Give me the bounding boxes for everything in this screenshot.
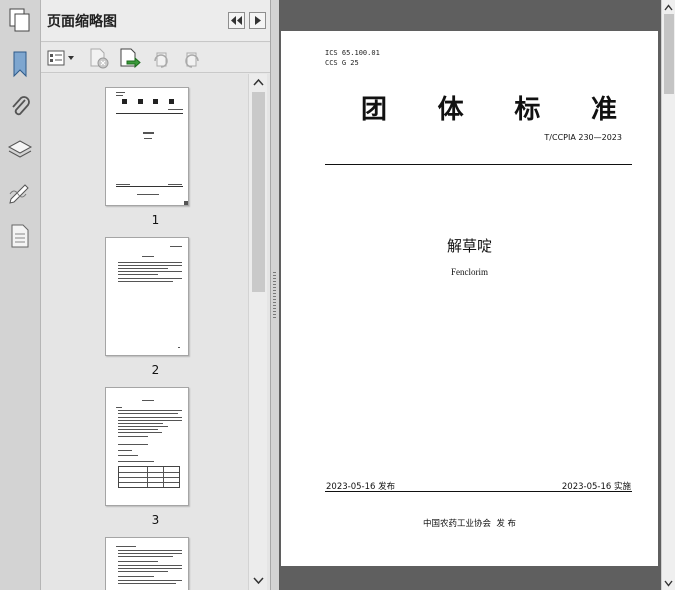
- collapse-right-icon[interactable]: [249, 12, 266, 29]
- page-thumbnail-3[interactable]: [105, 387, 189, 506]
- ccs-code: CCS G 25: [325, 59, 359, 67]
- ics-code: ICS 65.100.01: [325, 49, 380, 57]
- scroll-up-icon[interactable]: [253, 78, 264, 86]
- heading-char-1: 团: [361, 95, 388, 125]
- thumbnail-list[interactable]: 1 2 3: [41, 74, 270, 590]
- heading-char-2: 体: [437, 95, 464, 125]
- signature-icon[interactable]: [4, 176, 36, 208]
- document-scroll-thumb[interactable]: [664, 14, 674, 94]
- collapse-left-icon[interactable]: [228, 12, 245, 29]
- thumbnail-toolbar: [41, 43, 270, 73]
- thumbnail-options-icon[interactable]: [47, 47, 75, 69]
- bottom-rule: [325, 491, 632, 492]
- panel-header: 页面缩略图: [41, 0, 270, 42]
- standard-number: T/CCPIA 230—2023: [544, 133, 622, 142]
- attachment-icon[interactable]: [4, 90, 36, 122]
- thumbnail-scroll-thumb[interactable]: [252, 92, 265, 292]
- doc-scroll-down-icon[interactable]: [664, 580, 673, 587]
- document-view[interactable]: ICS 65.100.01 CCS G 25 团 体 标 准 T/CCPIA 2…: [279, 0, 661, 590]
- thumbnail-scrollbar[interactable]: [248, 74, 267, 590]
- heading-char-4: 准: [590, 95, 617, 125]
- document-icon[interactable]: [4, 220, 36, 252]
- navigation-rail: [0, 0, 41, 590]
- publisher: 中国农药工业协会 发 布: [422, 519, 517, 529]
- panel-splitter[interactable]: [270, 0, 279, 590]
- layers-icon[interactable]: [4, 134, 36, 166]
- doc-scroll-up-icon[interactable]: [664, 4, 673, 11]
- scroll-down-icon[interactable]: [253, 577, 264, 585]
- rotate-ccw-icon[interactable]: [150, 47, 172, 69]
- document-page: ICS 65.100.01 CCS G 25 团 体 标 准 T/CCPIA 2…: [281, 31, 658, 566]
- heading-char-3: 标: [514, 95, 541, 125]
- page-thumbnail-4[interactable]: [105, 537, 189, 590]
- thumbnail-number-3: 3: [151, 513, 160, 527]
- thumbnail-number-2: 2: [151, 363, 160, 377]
- page-thumbnail-1[interactable]: [105, 87, 189, 206]
- panel-title: 页面缩略图: [47, 14, 117, 30]
- pages-icon[interactable]: [4, 4, 36, 36]
- thumbnail-number-1: 1: [151, 213, 160, 227]
- top-rule: [325, 164, 632, 165]
- title-english: Fenclorim: [451, 267, 488, 277]
- standard-heading: 团 体 标 准: [361, 89, 617, 126]
- title-chinese: 解草啶: [446, 237, 492, 255]
- insert-page-icon[interactable]: [119, 47, 141, 69]
- document-scrollbar[interactable]: [661, 0, 675, 590]
- thumbnails-panel: 页面缩略图 1 2 3: [41, 0, 270, 590]
- rotate-cw-icon[interactable]: [181, 47, 203, 69]
- delete-page-icon[interactable]: [88, 47, 110, 69]
- page-thumbnail-2[interactable]: [105, 237, 189, 356]
- bookmark-icon[interactable]: [4, 48, 36, 80]
